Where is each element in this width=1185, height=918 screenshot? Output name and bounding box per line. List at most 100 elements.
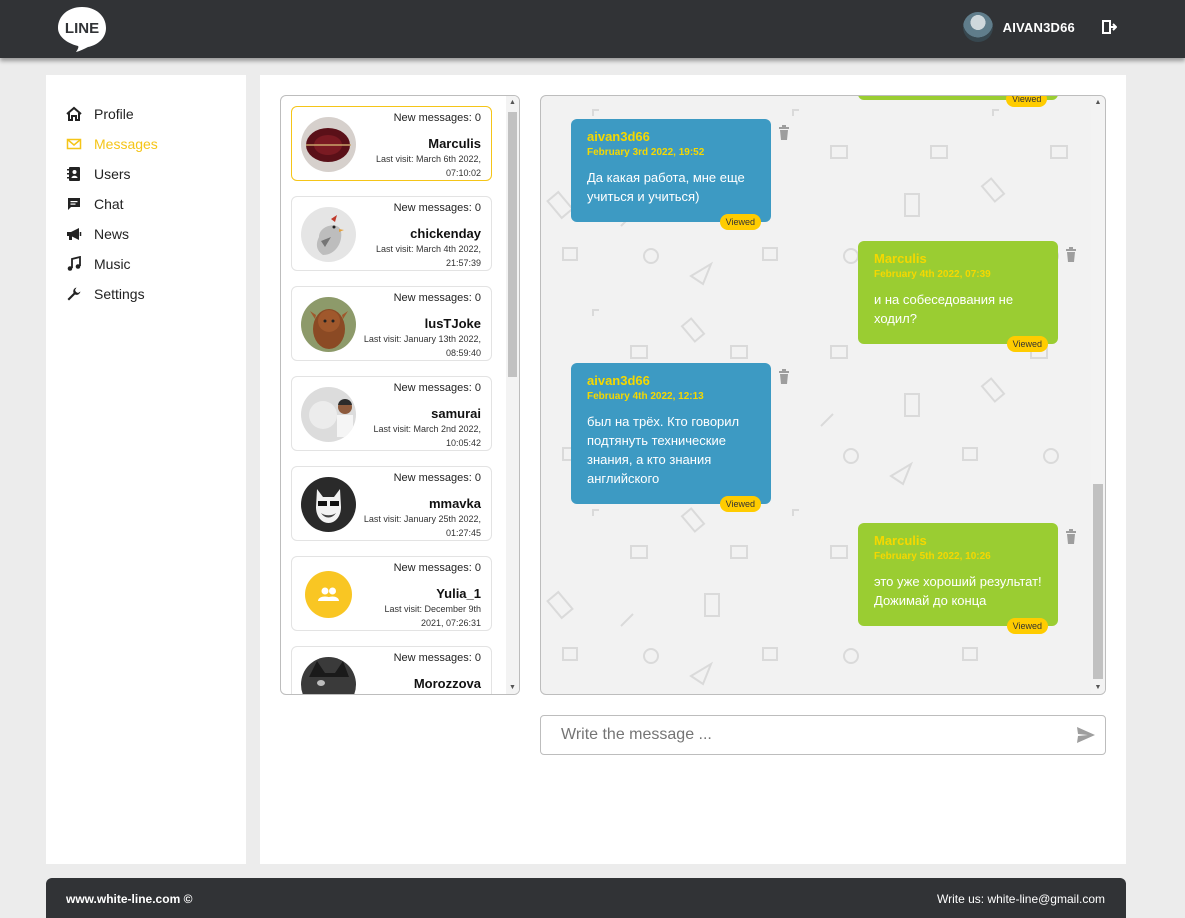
dialog-item[interactable]: New messages: 0 samurai Last visit: Marc… bbox=[291, 376, 492, 451]
app-header: LINE AIVAN3D66 bbox=[0, 0, 1185, 58]
sidebar-item-users[interactable]: Users bbox=[46, 159, 246, 189]
send-icon[interactable] bbox=[1076, 725, 1096, 745]
message-bubble[interactable]: Marculis February 5th 2022, 10:26 это уж… bbox=[858, 523, 1058, 634]
last-visit: Last visit: March 4th 2022, 21:57:39 bbox=[375, 244, 481, 268]
dialogs-panel: New messages: 0 Marculis Last visit: Mar… bbox=[280, 95, 520, 695]
avatar bbox=[301, 207, 356, 262]
envelope-icon bbox=[66, 136, 82, 152]
main-content: New messages: 0 Marculis Last visit: Mar… bbox=[260, 75, 1126, 864]
dialog-item[interactable]: New messages: 0 Morozzova bbox=[291, 646, 492, 694]
scrollbar-thumb[interactable] bbox=[1093, 484, 1103, 679]
sidebar-item-label: Users bbox=[94, 166, 131, 182]
viewed-badge: Viewed bbox=[1006, 96, 1048, 107]
trash-icon[interactable] bbox=[1065, 247, 1077, 263]
new-messages-count: New messages: 0 bbox=[393, 472, 481, 484]
new-messages-count: New messages: 0 bbox=[393, 112, 481, 124]
message-bubble[interactable]: aivan3d66 February 4th 2022, 12:13 был н… bbox=[571, 363, 771, 512]
sidebar-nav: Profile Messages Users Chat News Music S… bbox=[46, 75, 246, 309]
last-visit: Last visit: January 25th 2022, 01:27:45 bbox=[363, 514, 481, 538]
sidebar-item-label: News bbox=[94, 226, 130, 242]
new-messages-count: New messages: 0 bbox=[393, 562, 481, 574]
dialog-name: chickenday bbox=[410, 226, 481, 241]
sidebar-item-label: Profile bbox=[94, 106, 134, 122]
dialog-item[interactable]: New messages: 0 Yulia_1 Last visit: Dece… bbox=[291, 556, 492, 631]
new-messages-count: New messages: 0 bbox=[393, 652, 481, 664]
message-bubble[interactable]: aivan3d66 February 3rd 2022, 19:52 Да ка… bbox=[571, 119, 771, 230]
dialog-item[interactable]: New messages: 0 chickenday Last visit: M… bbox=[291, 196, 492, 271]
footer-copyright: www.white-line.com © bbox=[66, 892, 193, 906]
trash-icon[interactable] bbox=[1065, 529, 1077, 545]
scroll-down-arrow[interactable]: ▼ bbox=[1091, 681, 1105, 694]
wrench-icon bbox=[66, 286, 82, 302]
sidebar-item-label: Messages bbox=[94, 136, 158, 152]
scroll-up-arrow[interactable]: ▲ bbox=[1091, 96, 1105, 109]
chat-icon bbox=[66, 196, 82, 212]
contacts-icon bbox=[66, 166, 82, 182]
dialog-item[interactable]: New messages: 0 lusTJoke Last visit: Jan… bbox=[291, 286, 492, 361]
message-date: February 4th 2022, 07:39 bbox=[874, 269, 991, 280]
footer-contact[interactable]: Write us: white-line@gmail.com bbox=[937, 892, 1105, 906]
chat-window: Viewed aivan3d66 February 3rd 2022, 19:5… bbox=[540, 95, 1106, 695]
user-menu[interactable]: AIVAN3D66 bbox=[962, 12, 1075, 42]
dialog-name: Marculis bbox=[428, 136, 481, 151]
logout-icon[interactable] bbox=[1101, 19, 1117, 35]
sidebar-item-music[interactable]: Music bbox=[46, 249, 246, 279]
message-author: Marculis bbox=[874, 251, 927, 266]
sidebar-item-news[interactable]: News bbox=[46, 219, 246, 249]
message-bubble[interactable]: Marculis February 4th 2022, 07:39 и на с… bbox=[858, 241, 1058, 352]
logo-text: LINE bbox=[65, 20, 99, 37]
scrollbar-thumb[interactable] bbox=[508, 112, 517, 377]
line-logo[interactable]: LINE bbox=[56, 5, 108, 53]
message-text: это уже хороший результат! Дожимай до ко… bbox=[874, 574, 1042, 608]
dialogs-scrollbar[interactable]: ▲ ▼ bbox=[506, 96, 519, 694]
message-author: aivan3d66 bbox=[587, 373, 650, 388]
scroll-down-arrow[interactable]: ▼ bbox=[506, 681, 519, 694]
scroll-up-arrow[interactable]: ▲ bbox=[506, 96, 519, 109]
avatar[interactable] bbox=[962, 12, 993, 42]
viewed-badge: Viewed bbox=[719, 214, 761, 230]
dialog-name: mmavka bbox=[428, 496, 481, 511]
message-date: February 4th 2022, 12:13 bbox=[587, 391, 704, 402]
dialog-item[interactable]: New messages: 0 mmavka Last visit: Janua… bbox=[291, 466, 492, 541]
dialog-name: samurai bbox=[431, 406, 481, 421]
home-icon bbox=[66, 106, 82, 122]
avatar bbox=[301, 657, 356, 694]
new-messages-count: New messages: 0 bbox=[393, 292, 481, 304]
footer: www.white-line.com © Write us: white-lin… bbox=[46, 878, 1126, 918]
dialog-name: Yulia_1 bbox=[436, 586, 481, 601]
avatar bbox=[301, 567, 356, 622]
new-messages-count: New messages: 0 bbox=[393, 202, 481, 214]
sidebar-item-label: Settings bbox=[94, 286, 145, 302]
sidebar-item-messages[interactable]: Messages bbox=[46, 129, 246, 159]
chat-scrollbar[interactable]: ▲ ▼ bbox=[1091, 96, 1105, 694]
sidebar-item-chat[interactable]: Chat bbox=[46, 189, 246, 219]
dialog-item[interactable]: New messages: 0 Marculis Last visit: Mar… bbox=[291, 106, 492, 181]
new-messages-count: New messages: 0 bbox=[393, 382, 481, 394]
dialog-name: lusTJoke bbox=[424, 316, 481, 331]
megaphone-icon bbox=[66, 226, 82, 242]
message-author: Marculis bbox=[874, 533, 927, 548]
message-text: был на трёх. Кто говорил подтянуть техни… bbox=[587, 414, 740, 486]
last-visit: Last visit: December 9th 2021, 07:26:31 bbox=[384, 604, 481, 628]
last-visit: Last visit: March 6th 2022, 07:10:02 bbox=[375, 154, 481, 178]
dialog-name: Morozzova bbox=[413, 676, 481, 691]
message-text: Да какая работа, мне еще учиться и учить… bbox=[587, 170, 745, 204]
viewed-badge: Viewed bbox=[719, 496, 761, 512]
message-text: и на собеседования не ходил? bbox=[874, 292, 1014, 326]
avatar bbox=[301, 477, 356, 532]
avatar bbox=[301, 297, 356, 352]
sidebar-item-settings[interactable]: Settings bbox=[46, 279, 246, 309]
trash-icon[interactable] bbox=[778, 369, 790, 385]
trash-icon[interactable] bbox=[778, 125, 790, 141]
viewed-badge: Viewed bbox=[1006, 336, 1048, 352]
viewed-badge: Viewed bbox=[1006, 618, 1048, 634]
message-input[interactable] bbox=[541, 716, 1061, 754]
dialogs-list[interactable]: New messages: 0 Marculis Last visit: Mar… bbox=[281, 96, 507, 694]
sidebar-item-profile[interactable]: Profile bbox=[46, 99, 246, 129]
avatar bbox=[301, 387, 356, 442]
message-author: aivan3d66 bbox=[587, 129, 650, 144]
sidebar: Profile Messages Users Chat News Music S… bbox=[46, 75, 246, 864]
message-composer bbox=[540, 715, 1106, 755]
sidebar-item-label: Chat bbox=[94, 196, 124, 212]
header-username: AIVAN3D66 bbox=[1002, 19, 1075, 35]
